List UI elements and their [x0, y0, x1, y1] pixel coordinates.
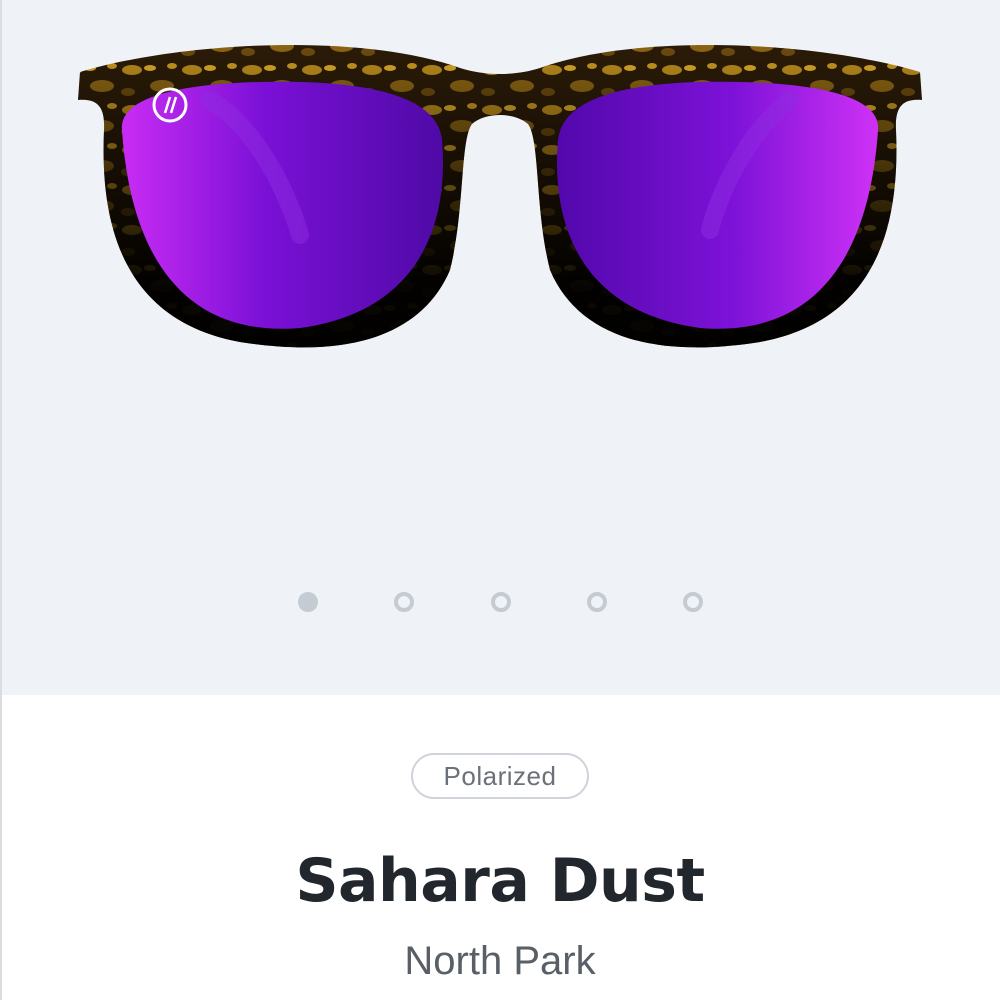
polarized-badge: Polarized [411, 753, 589, 799]
carousel-pagination [0, 590, 1000, 614]
product-gallery[interactable] [0, 0, 1000, 695]
carousel-dot-3[interactable] [491, 592, 511, 612]
carousel-dot-1[interactable] [298, 592, 318, 612]
product-image[interactable] [60, 20, 940, 365]
carousel-dot-5[interactable] [683, 592, 703, 612]
page-edge-divider [0, 0, 2, 1000]
carousel-dot-2[interactable] [394, 592, 414, 612]
product-collection[interactable]: North Park [0, 935, 1000, 987]
product-info: Polarized Sahara Dust North Park [0, 695, 1000, 1000]
carousel-dot-4[interactable] [587, 592, 607, 612]
product-title: Sahara Dust [295, 846, 705, 916]
